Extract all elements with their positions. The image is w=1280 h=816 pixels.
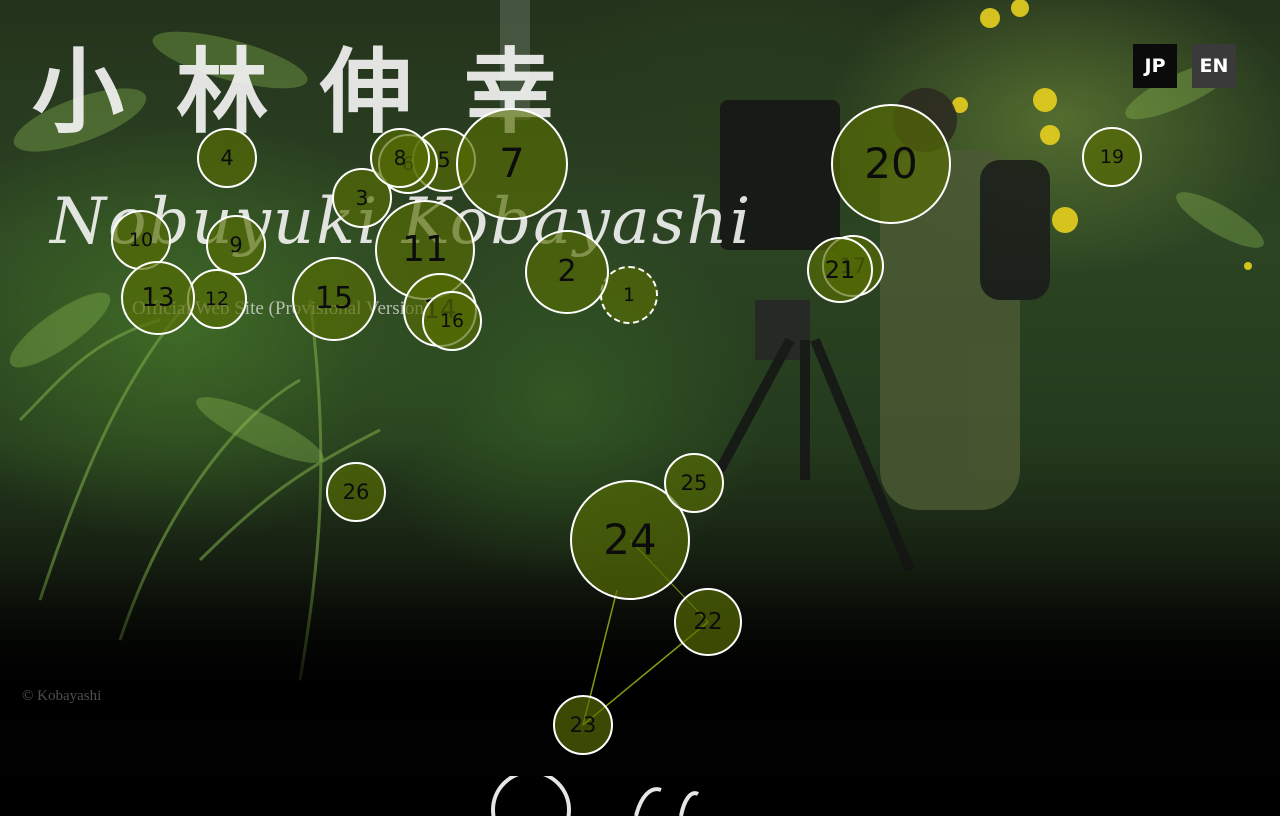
node-label: 12 [204, 287, 230, 310]
node-label: 15 [314, 281, 354, 316]
node-label: 23 [569, 712, 597, 737]
node-26[interactable]: 26 [326, 462, 386, 522]
node-label: 13 [141, 283, 175, 313]
node-8[interactable]: 8 [370, 128, 430, 188]
node-22[interactable]: 22 [674, 588, 742, 656]
node-19[interactable]: 19 [1082, 127, 1142, 187]
node-13[interactable]: 13 [121, 261, 195, 335]
node-label: 26 [342, 479, 370, 504]
node-label: 5 [437, 147, 451, 172]
language-jp-button[interactable]: JP [1133, 44, 1177, 88]
node-2[interactable]: 2 [525, 230, 609, 314]
node-label: 4 [220, 145, 234, 170]
node-16[interactable]: 16 [422, 291, 482, 351]
node-12[interactable]: 12 [187, 269, 247, 329]
node-label: 3 [355, 186, 369, 210]
node-9[interactable]: 9 [206, 215, 266, 275]
node-label: 7 [499, 141, 525, 187]
node-label: 8 [393, 146, 407, 170]
node-label: 24 [603, 515, 657, 564]
node-label: 2 [557, 254, 577, 289]
node-4[interactable]: 4 [197, 128, 257, 188]
node-label: 11 [402, 229, 448, 270]
node-label: 20 [864, 139, 918, 188]
node-label: 9 [229, 232, 243, 257]
node-7[interactable]: 7 [456, 108, 568, 220]
node-21[interactable]: 21 [807, 237, 873, 303]
node-label: 1 [622, 283, 636, 306]
node-label: 22 [693, 608, 723, 635]
node-23[interactable]: 23 [553, 695, 613, 755]
node-label: 21 [824, 256, 856, 284]
node-25[interactable]: 25 [664, 453, 724, 513]
signature-logo-icon [491, 776, 699, 816]
language-en-button[interactable]: EN [1192, 44, 1236, 88]
node-15[interactable]: 15 [292, 257, 376, 341]
node-label: 25 [680, 470, 708, 495]
node-label: 16 [439, 309, 465, 332]
node-label: 19 [1099, 145, 1125, 168]
node-label: 10 [128, 228, 154, 251]
copyright-text: © Kobayashi [22, 688, 102, 704]
node-20[interactable]: 20 [831, 104, 951, 224]
